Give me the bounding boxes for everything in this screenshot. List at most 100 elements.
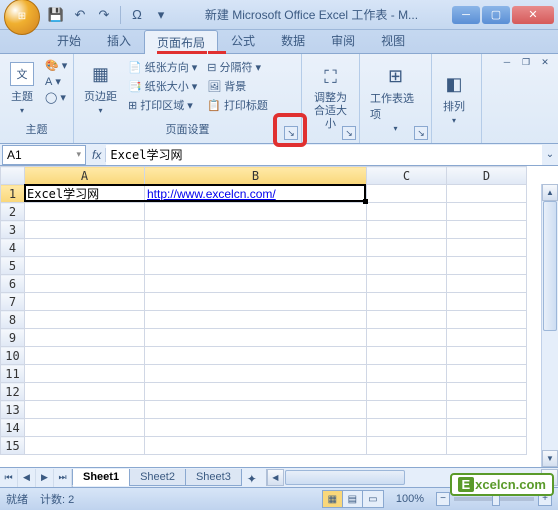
tab-view[interactable]: 视图 xyxy=(368,28,418,53)
cell-B15[interactable] xyxy=(145,437,367,455)
cell-C14[interactable] xyxy=(367,419,447,437)
cell-B7[interactable] xyxy=(145,293,367,311)
cell-B10[interactable] xyxy=(145,347,367,365)
cell-B4[interactable] xyxy=(145,239,367,257)
sheet-nav-last[interactable]: ⏭ xyxy=(54,469,72,487)
cell-A13[interactable] xyxy=(25,401,145,419)
save-icon[interactable]: 💾 xyxy=(46,5,66,25)
row-header-5[interactable]: 5 xyxy=(1,257,25,275)
doc-minimize-button[interactable]: ─ xyxy=(498,55,516,69)
cell-D13[interactable] xyxy=(447,401,527,419)
doc-close-button[interactable]: ✕ xyxy=(536,55,554,69)
formula-input[interactable] xyxy=(106,145,542,165)
cell-B5[interactable] xyxy=(145,257,367,275)
normal-view-button[interactable]: ▦ xyxy=(323,491,343,507)
row-header-3[interactable]: 3 xyxy=(1,221,25,239)
sheet-tab-3[interactable]: Sheet3 xyxy=(185,469,242,486)
tab-insert[interactable]: 插入 xyxy=(94,28,144,53)
row-header-8[interactable]: 8 xyxy=(1,311,25,329)
cell-C12[interactable] xyxy=(367,383,447,401)
cell-D14[interactable] xyxy=(447,419,527,437)
print-titles-button[interactable]: 📋打印标题 xyxy=(204,96,271,114)
cell-B8[interactable] xyxy=(145,311,367,329)
cell-A2[interactable] xyxy=(25,203,145,221)
cell-B6[interactable] xyxy=(145,275,367,293)
symbol-icon[interactable]: Ω xyxy=(127,5,147,25)
maximize-button[interactable]: ▢ xyxy=(482,6,510,24)
cell-D15[interactable] xyxy=(447,437,527,455)
fx-button[interactable]: fx xyxy=(92,148,101,162)
column-header-A[interactable]: A xyxy=(25,167,145,185)
vertical-scrollbar[interactable]: ▲ ▼ xyxy=(541,184,558,467)
sheet-nav-first[interactable]: ⏮ xyxy=(0,469,18,487)
cell-C11[interactable] xyxy=(367,365,447,383)
cell-C5[interactable] xyxy=(367,257,447,275)
cell-A9[interactable] xyxy=(25,329,145,347)
cell-D3[interactable] xyxy=(447,221,527,239)
cell-C1[interactable] xyxy=(367,185,447,203)
office-button[interactable]: ⊞ xyxy=(4,0,40,35)
row-header-6[interactable]: 6 xyxy=(1,275,25,293)
row-header-9[interactable]: 9 xyxy=(1,329,25,347)
margins-button[interactable]: ▦ 页边距 ▾ xyxy=(80,58,121,119)
sheet-options-dialog-launcher[interactable]: ↘ xyxy=(414,126,428,140)
cell-B12[interactable] xyxy=(145,383,367,401)
themes-button[interactable]: 文 主题 ▾ xyxy=(6,58,38,119)
cell-B14[interactable] xyxy=(145,419,367,437)
cell-A3[interactable] xyxy=(25,221,145,239)
page-setup-dialog-launcher[interactable]: ↘ xyxy=(284,126,298,140)
theme-fonts-button[interactable]: A▾ xyxy=(42,74,70,89)
cell-A8[interactable] xyxy=(25,311,145,329)
cell-D5[interactable] xyxy=(447,257,527,275)
cell-A1[interactable]: Excel学习网 xyxy=(25,185,145,203)
page-break-view-button[interactable]: ▭ xyxy=(363,491,383,507)
cell-C3[interactable] xyxy=(367,221,447,239)
new-sheet-button[interactable]: ✦ xyxy=(242,472,262,486)
redo-icon[interactable]: ↷ xyxy=(94,5,114,25)
background-button[interactable]: 🖼背景 xyxy=(204,77,271,95)
zoom-level[interactable]: 100% xyxy=(396,493,424,505)
cell-B1[interactable]: http://www.excelcn.com/ xyxy=(145,185,367,203)
cell-C7[interactable] xyxy=(367,293,447,311)
tab-home[interactable]: 开始 xyxy=(44,28,94,53)
close-button[interactable]: ✕ xyxy=(512,6,554,24)
cell-A10[interactable] xyxy=(25,347,145,365)
sheet-tab-2[interactable]: Sheet2 xyxy=(129,469,186,486)
cell-A11[interactable] xyxy=(25,365,145,383)
minimize-button[interactable]: ─ xyxy=(452,6,480,24)
cell-C10[interactable] xyxy=(367,347,447,365)
sheet-tab-1[interactable]: Sheet1 xyxy=(72,469,130,486)
cell-A6[interactable] xyxy=(25,275,145,293)
cell-C4[interactable] xyxy=(367,239,447,257)
undo-icon[interactable]: ↶ xyxy=(70,5,90,25)
cell-C15[interactable] xyxy=(367,437,447,455)
cell-D11[interactable] xyxy=(447,365,527,383)
cell-D10[interactable] xyxy=(447,347,527,365)
cell-C9[interactable] xyxy=(367,329,447,347)
sheet-nav-next[interactable]: ▶ xyxy=(36,469,54,487)
row-header-15[interactable]: 15 xyxy=(1,437,25,455)
cell-A7[interactable] xyxy=(25,293,145,311)
cell-B3[interactable] xyxy=(145,221,367,239)
row-header-2[interactable]: 2 xyxy=(1,203,25,221)
row-header-10[interactable]: 10 xyxy=(1,347,25,365)
cell-A12[interactable] xyxy=(25,383,145,401)
cell-B11[interactable] xyxy=(145,365,367,383)
cell-D1[interactable] xyxy=(447,185,527,203)
theme-colors-button[interactable]: 🎨▾ xyxy=(42,58,70,73)
tab-data[interactable]: 数据 xyxy=(268,28,318,53)
cell-D2[interactable] xyxy=(447,203,527,221)
row-header-4[interactable]: 4 xyxy=(1,239,25,257)
cell-D6[interactable] xyxy=(447,275,527,293)
cell-D12[interactable] xyxy=(447,383,527,401)
row-header-14[interactable]: 14 xyxy=(1,419,25,437)
cell-C6[interactable] xyxy=(367,275,447,293)
row-header-11[interactable]: 11 xyxy=(1,365,25,383)
row-header-13[interactable]: 13 xyxy=(1,401,25,419)
select-all-corner[interactable] xyxy=(1,167,25,185)
scale-dialog-launcher[interactable]: ↘ xyxy=(342,126,356,140)
fill-handle[interactable] xyxy=(363,199,368,204)
cell-A5[interactable] xyxy=(25,257,145,275)
cell-D4[interactable] xyxy=(447,239,527,257)
doc-restore-button[interactable]: ❐ xyxy=(517,55,535,69)
